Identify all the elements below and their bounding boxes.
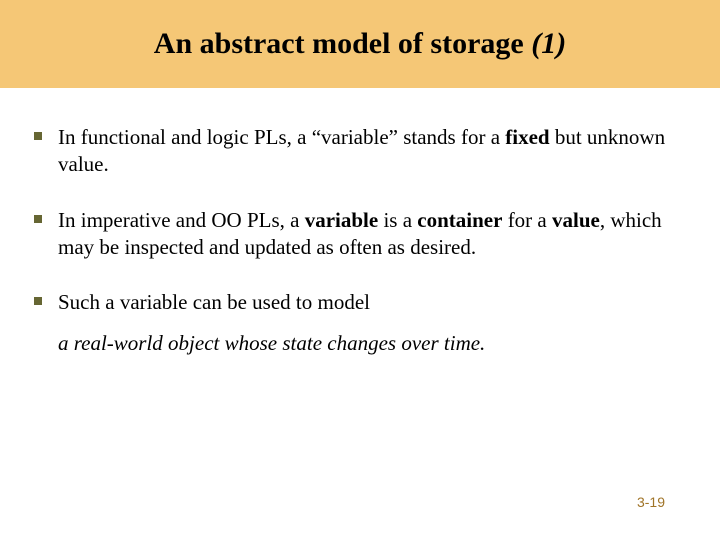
slide-title: An abstract model of storage (1) — [154, 27, 566, 61]
bullet-square-icon — [34, 132, 42, 140]
bullet-item: Such a variable can be used to model — [34, 289, 686, 316]
bullet-item: In imperative and OO PLs, a variable is … — [34, 207, 686, 262]
text-fragment: for a — [502, 208, 552, 232]
text-bold: fixed — [505, 125, 549, 149]
title-band: An abstract model of storage (1) — [0, 0, 720, 88]
bullet-square-icon — [34, 297, 42, 305]
bullet-text-3: Such a variable can be used to model — [58, 289, 370, 316]
text-fragment: In functional and logic PLs, a “variable… — [58, 125, 505, 149]
text-bold: value — [552, 208, 600, 232]
bullet-item: In functional and logic PLs, a “variable… — [34, 124, 686, 179]
content-area: In functional and logic PLs, a “variable… — [0, 88, 720, 358]
text-fragment: In imperative and OO PLs, a — [58, 208, 305, 232]
bullet-text-2: In imperative and OO PLs, a variable is … — [58, 207, 686, 262]
sub-line-italic: a real-world object whose state changes … — [58, 330, 686, 357]
bullet-square-icon — [34, 215, 42, 223]
title-main: An abstract model of storage — [154, 27, 531, 60]
text-fragment: is a — [378, 208, 417, 232]
page-number: 3-19 — [637, 494, 665, 510]
text-bold: variable — [305, 208, 379, 232]
text-bold: container — [417, 208, 502, 232]
bullet-text-1: In functional and logic PLs, a “variable… — [58, 124, 686, 179]
title-suffix: (1) — [531, 27, 566, 60]
